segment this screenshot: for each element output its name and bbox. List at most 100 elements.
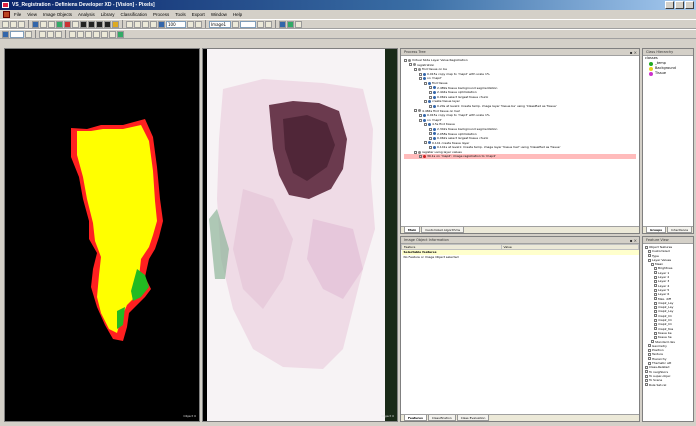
tab-groups[interactable]: Groups [646, 227, 667, 233]
expand-icon[interactable] [645, 383, 648, 387]
arrow-icon[interactable] [25, 30, 32, 38]
process-tree[interactable]: Virtual Slide Layer Value Registration re… [401, 56, 639, 161]
expand-icon[interactable] [648, 353, 651, 357]
workspace-icon[interactable] [32, 20, 39, 28]
expand-icon[interactable] [648, 348, 651, 352]
close-button[interactable] [685, 1, 694, 9]
expand-icon[interactable] [654, 310, 657, 314]
zoom-combo[interactable]: 100 [166, 20, 186, 28]
select-icon[interactable] [2, 30, 9, 38]
next-icon[interactable] [93, 30, 100, 38]
cursor-icon[interactable] [126, 20, 133, 28]
menu-view[interactable]: View [27, 12, 37, 17]
expand-icon[interactable] [429, 146, 432, 150]
grid-icon[interactable] [55, 30, 62, 38]
expand-icon[interactable] [429, 136, 432, 140]
polygon-view-icon[interactable] [104, 20, 111, 28]
view-layer-icon[interactable] [56, 20, 63, 28]
expand-icon[interactable] [414, 67, 417, 71]
manual-edit-icon[interactable] [295, 20, 302, 28]
link-view-icon[interactable] [77, 30, 84, 38]
feature-row[interactable]: Rule Set-rel [645, 383, 691, 387]
expand-icon[interactable] [419, 77, 422, 81]
expand-icon[interactable] [429, 132, 432, 136]
expand-icon[interactable] [424, 123, 427, 127]
class-item[interactable]: Tissue [643, 71, 693, 76]
single-layer-icon[interactable] [112, 20, 119, 28]
expand-icon[interactable] [648, 254, 651, 258]
menu-process[interactable]: Process [153, 12, 169, 17]
expand-icon[interactable] [645, 370, 648, 374]
expand-icon[interactable] [645, 378, 648, 382]
tab-customized-algorithms[interactable]: Customized Algorithms [421, 227, 465, 233]
run-icon[interactable] [287, 20, 294, 28]
expand-icon[interactable] [648, 361, 651, 365]
expand-icon[interactable] [429, 127, 432, 131]
expand-icon[interactable] [654, 318, 657, 322]
expand-icon[interactable] [419, 72, 422, 76]
menu-classification[interactable]: Classification [121, 12, 148, 17]
expand-icon[interactable] [654, 327, 657, 331]
close-icon[interactable]: ▪ × [630, 237, 637, 244]
zoom-fit-icon[interactable] [187, 20, 194, 28]
tab-classification[interactable]: Classification [427, 415, 456, 421]
expand-icon[interactable] [648, 344, 651, 348]
maximize-button[interactable] [675, 1, 684, 9]
expand-icon[interactable] [654, 301, 657, 305]
expand-icon[interactable] [424, 81, 427, 85]
pixel-view-icon[interactable] [88, 20, 95, 28]
expand-icon[interactable] [654, 288, 657, 292]
expand-icon[interactable] [654, 331, 657, 335]
expand-icon[interactable] [648, 249, 651, 253]
expand-icon[interactable] [648, 357, 651, 361]
expand-icon[interactable] [654, 292, 657, 296]
brush-icon[interactable] [47, 30, 54, 38]
expand-icon[interactable] [429, 95, 432, 99]
expand-icon[interactable] [654, 284, 657, 288]
expand-icon[interactable] [645, 374, 648, 378]
expand-icon[interactable] [651, 262, 654, 266]
menu-help[interactable]: Help [233, 12, 242, 17]
expand-icon[interactable] [414, 109, 417, 113]
expand-icon[interactable] [424, 141, 427, 145]
prev-icon[interactable] [85, 30, 92, 38]
class-view-icon[interactable] [80, 20, 87, 28]
expand-icon[interactable] [654, 297, 657, 301]
expand-icon[interactable] [654, 271, 657, 275]
expand-icon[interactable] [645, 365, 648, 369]
menu-window[interactable]: Window [211, 12, 227, 17]
expand-icon[interactable] [429, 104, 432, 108]
save-icon[interactable] [18, 20, 25, 28]
menu-file[interactable]: File [14, 12, 21, 17]
tab-class-evaluation[interactable]: Class Evaluation [456, 415, 490, 421]
expand-icon[interactable] [654, 267, 657, 271]
feature-tree[interactable]: Object features Customized Type Layer Value… [643, 244, 693, 388]
split-view-icon[interactable] [69, 30, 76, 38]
expand-icon[interactable] [429, 86, 432, 90]
close-icon[interactable]: ▪ × [630, 49, 637, 56]
expand-icon[interactable] [654, 305, 657, 309]
zoom-100-icon[interactable] [195, 20, 202, 28]
layer-combo[interactable]: Image1 [209, 20, 231, 28]
tab-main[interactable]: Main [404, 227, 421, 233]
menu-analysis[interactable]: Analysis [78, 12, 95, 17]
analysis-builder-icon[interactable] [279, 20, 286, 28]
object-view-icon[interactable] [96, 20, 103, 28]
expand-icon[interactable] [409, 63, 412, 67]
menu-image-objects[interactable]: Image Objects [43, 12, 72, 17]
select-mode-combo[interactable] [10, 30, 24, 38]
tab-features[interactable]: Features [404, 415, 427, 421]
expand-icon[interactable] [419, 113, 422, 117]
export-icon[interactable] [48, 20, 55, 28]
level-combo[interactable] [240, 20, 256, 28]
new-project-icon[interactable] [2, 20, 9, 28]
open-project-icon[interactable] [10, 20, 17, 28]
menu-export[interactable]: Export [192, 12, 205, 17]
import-icon[interactable] [40, 20, 47, 28]
expand-icon[interactable] [424, 100, 427, 104]
expand-icon[interactable] [645, 245, 648, 249]
expand-icon[interactable] [419, 155, 422, 159]
expand-icon[interactable] [651, 340, 654, 344]
expand-icon[interactable] [648, 258, 651, 262]
expand-icon[interactable] [654, 280, 657, 284]
